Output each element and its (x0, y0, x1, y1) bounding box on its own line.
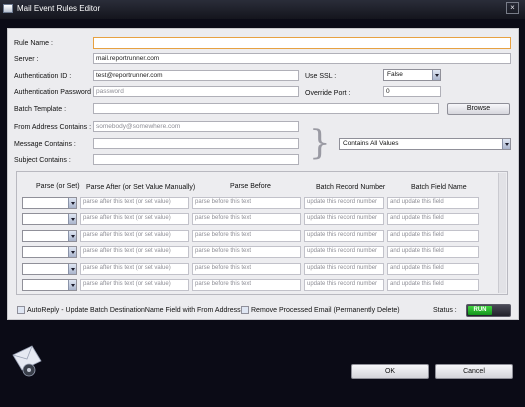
parse-before-cell[interactable]: parse before this text (192, 246, 301, 258)
batch-template-label: Batch Template : (14, 106, 67, 113)
window-title: Mail Event Rules Editor (17, 4, 101, 13)
use-ssl-label: Use SSL : (305, 73, 337, 80)
match-mode-dropdown[interactable]: Contains All Values (339, 138, 511, 150)
chevron-down-icon (68, 264, 76, 274)
remove-processed-checkbox[interactable] (241, 306, 249, 314)
parse-after-cell[interactable]: parse after this text (or set value) (80, 246, 189, 258)
auth-id-label: Authentication ID : (14, 73, 72, 80)
rule-name-field[interactable] (93, 37, 511, 49)
subject-contains-label: Subject Contains : (14, 157, 71, 164)
group-brace-icon: } (309, 123, 331, 163)
field-name-cell[interactable]: and update this field (387, 213, 479, 225)
parse-set-dropdown[interactable] (22, 197, 77, 209)
chevron-down-icon (502, 139, 510, 149)
chevron-down-icon (68, 247, 76, 257)
run-toggle[interactable]: RUN (466, 304, 511, 317)
record-number-cell[interactable]: update this record number (304, 197, 384, 209)
field-name-cell[interactable]: and update this field (387, 246, 479, 258)
parse-after-cell[interactable]: parse after this text (or set value) (80, 230, 189, 242)
cancel-button[interactable]: Cancel (435, 364, 513, 379)
parse-after-cell[interactable]: parse after this text (or set value) (80, 213, 189, 225)
field-name-cell[interactable]: and update this field (387, 279, 479, 291)
parse-after-cell[interactable]: parse after this text (or set value) (80, 279, 189, 291)
parse-set-dropdown[interactable] (22, 230, 77, 242)
ok-button[interactable]: OK (351, 364, 429, 379)
use-ssl-dropdown[interactable]: False (383, 69, 441, 81)
parse-rules-grid: Parse (or Set) Parse After (or Set Value… (16, 171, 508, 295)
from-address-label: From Address Contains : (14, 124, 92, 131)
parse-before-cell[interactable]: parse before this text (192, 263, 301, 275)
title-bar: Mail Event Rules Editor × (0, 0, 525, 19)
auth-id-field[interactable]: test@reportrunner.com (93, 70, 299, 81)
chevron-down-icon (68, 280, 76, 290)
message-contains-field[interactable] (93, 138, 299, 149)
grid-scrollbar[interactable] (498, 173, 506, 293)
autoreply-checkbox[interactable] (17, 306, 25, 314)
from-address-field[interactable]: somebody@somewhere.com (93, 121, 299, 132)
record-number-cell[interactable]: update this record number (304, 230, 384, 242)
parse-set-dropdown[interactable] (22, 263, 77, 275)
app-mail-icon (3, 4, 13, 13)
use-ssl-value: False (387, 71, 403, 78)
parse-before-cell[interactable]: parse before this text (192, 213, 301, 225)
parse-before-cell[interactable]: parse before this text (192, 197, 301, 209)
status-label: Status : (433, 307, 457, 314)
override-port-label: Override Port : (305, 90, 351, 97)
parse-before-cell[interactable]: parse before this text (192, 230, 301, 242)
parse-set-dropdown[interactable] (22, 213, 77, 225)
record-number-cell[interactable]: update this record number (304, 279, 384, 291)
message-contains-label: Message Contains : (14, 141, 76, 148)
record-number-cell[interactable]: update this record number (304, 213, 384, 225)
chevron-down-icon (432, 70, 440, 80)
grid-header-parse-before: Parse Before (230, 183, 271, 190)
field-name-cell[interactable]: and update this field (387, 197, 479, 209)
chevron-down-icon (68, 198, 76, 208)
record-number-cell[interactable]: update this record number (304, 246, 384, 258)
grid-header-parse-after: Parse After (or Set Value Manually) (86, 184, 196, 191)
autoreply-label: AutoReply - Update Batch DestinationName… (27, 307, 241, 314)
auth-password-label: Authentication Password : (14, 89, 95, 96)
auth-password-field[interactable]: password (93, 86, 299, 97)
rule-form-panel: Rule Name : Server : mail.reportrunner.c… (7, 28, 519, 320)
parse-set-dropdown[interactable] (22, 246, 77, 258)
chevron-down-icon (68, 214, 76, 224)
server-field[interactable]: mail.reportrunner.com (93, 53, 511, 64)
browse-button[interactable]: Browse (447, 103, 510, 115)
field-name-cell[interactable]: and update this field (387, 263, 479, 275)
parse-after-cell[interactable]: parse after this text (or set value) (80, 263, 189, 275)
record-number-cell[interactable]: update this record number (304, 263, 384, 275)
match-mode-value: Contains All Values (343, 140, 399, 147)
grid-header-record-number: Batch Record Number (316, 184, 386, 191)
server-label: Server : (14, 56, 39, 63)
grid-header-field-name: Batch Field Name (411, 184, 467, 191)
mail-envelope-icon (10, 343, 46, 379)
chevron-down-icon (68, 231, 76, 241)
field-name-cell[interactable]: and update this field (387, 230, 479, 242)
batch-template-field[interactable] (93, 103, 439, 114)
run-toggle-label: RUN (468, 306, 492, 315)
parse-set-dropdown[interactable] (22, 279, 77, 291)
override-port-field[interactable]: 0 (383, 86, 441, 97)
remove-processed-label: Remove Processed Email (Permanently Dele… (251, 307, 400, 314)
close-button[interactable]: × (506, 2, 519, 14)
parse-before-cell[interactable]: parse before this text (192, 279, 301, 291)
parse-after-cell[interactable]: parse after this text (or set value) (80, 197, 189, 209)
rule-name-label: Rule Name : (14, 40, 53, 47)
grid-header-parse-set: Parse (or Set) (36, 183, 80, 190)
subject-contains-field[interactable] (93, 154, 299, 165)
